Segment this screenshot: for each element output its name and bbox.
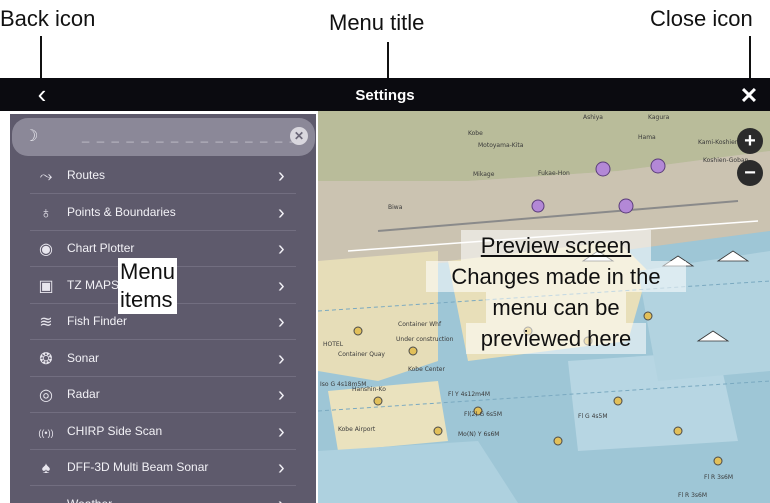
chart-plotter-icon: ◉ [39, 241, 53, 258]
clear-icon[interactable]: ✕ [290, 127, 308, 145]
svg-text:Hama: Hama [638, 134, 656, 141]
svg-text:Kobe: Kobe [468, 130, 483, 137]
dff3d-icon: ♠ [41, 460, 51, 477]
preview-title: Preview screen [461, 230, 651, 261]
menu-item-label: Sonar [67, 350, 100, 365]
svg-text:Mikage: Mikage [473, 171, 495, 178]
menu-item[interactable]: ❂ Sonar › [10, 341, 316, 377]
svg-text:Mo(N) Y 6s6M: Mo(N) Y 6s6M [458, 431, 499, 438]
sonar-icon: ❂ [39, 350, 53, 368]
back-icon-callout: Back icon [0, 6, 96, 31]
menu-item-label: Radar [67, 387, 100, 401]
menu-items-line-1: Menu [118, 258, 178, 286]
menu-title: Settings [355, 87, 415, 104]
svg-text:Fukae-Hon: Fukae-Hon [538, 170, 570, 177]
preview-screen-callout: Preview screen Changes made in the menu … [406, 230, 706, 354]
chevron-right-icon: › [278, 311, 285, 333]
close-icon-callout: Close icon [650, 6, 753, 31]
svg-text:Fl R 3s6M: Fl R 3s6M [704, 474, 733, 481]
chevron-right-icon: › [278, 238, 285, 260]
preview-line-3: previewed here [466, 323, 646, 354]
menu-item-label: DFF-3D Multi Beam Sonar [67, 460, 209, 474]
chevron-right-icon: › [278, 457, 285, 479]
svg-text:HOTEL: HOTEL [323, 341, 344, 348]
menu-item[interactable]: ◎ Radar › [10, 377, 316, 413]
menu-items-callout: Menu items [118, 258, 178, 314]
svg-text:Container Quay: Container Quay [338, 351, 385, 358]
routes-icon: ⤳ [39, 168, 53, 185]
moon-icon[interactable]: ☽ [24, 126, 38, 146]
svg-text:Kami-Koshien: Kami-Koshien [698, 139, 739, 146]
svg-text:Fl G 4s5M: Fl G 4s5M [578, 413, 608, 420]
menu-item-label: Fish Finder [67, 314, 128, 328]
svg-text:Motoyama-Kita: Motoyama-Kita [478, 142, 524, 149]
fish-finder-icon: ≋ [39, 314, 53, 331]
preview-line-1: Changes made in the [426, 261, 686, 292]
menu-item[interactable]: ⤳ Routes › [10, 158, 316, 194]
preview-line-2: menu can be [486, 292, 626, 323]
chevron-right-icon: › [278, 201, 285, 224]
menu-item-label: Routes [67, 168, 106, 182]
back-icon[interactable]: ‹ [32, 81, 52, 107]
close-icon-leader [749, 36, 751, 80]
chevron-right-icon: › [278, 420, 285, 443]
svg-text:Fl R 3s6M: Fl R 3s6M [678, 492, 707, 499]
svg-text:Fl Y 4s12m4M: Fl Y 4s12m4M [448, 391, 490, 398]
search-bar[interactable]: ☽ _ _ _ _ _ _ _ _ _ _ _ _ _ _ _ ✕ [12, 118, 315, 156]
svg-text:Iso G 4s18m5M: Iso G 4s18m5M [320, 381, 366, 388]
close-icon[interactable]: ✕ [738, 81, 760, 109]
svg-text:Fl(2) G 6s5M: Fl(2) G 6s5M [464, 411, 502, 418]
zoom-in-button[interactable]: + [737, 128, 763, 154]
zoom-out-button[interactable]: − [737, 160, 763, 186]
chevron-right-icon: › [278, 384, 285, 406]
radar-icon: ◎ [39, 387, 53, 404]
menu-items-line-2: items [118, 286, 178, 314]
weather-icon: ☁ [36, 496, 56, 503]
menu-title-callout: Menu title [329, 10, 425, 35]
menu-item-label: TZ MAPS [67, 277, 120, 292]
chevron-right-icon: › [278, 347, 285, 370]
chevron-right-icon: › [278, 274, 285, 297]
title-bar: Settings ‹ ✕ [0, 78, 770, 111]
search-placeholder: _ _ _ _ _ _ _ _ _ _ _ _ _ _ _ [82, 128, 300, 143]
back-icon-leader [40, 36, 42, 80]
svg-text:Biwa: Biwa [388, 204, 403, 211]
menu-item-label: Weather [67, 497, 112, 503]
chirp-icon: ((•)) [38, 427, 54, 438]
tz-maps-icon: ▣ [38, 277, 54, 295]
menu-item[interactable]: ☁ Weather › [10, 487, 316, 503]
points-icon: ♁ [40, 204, 52, 222]
svg-text:Kobe Airport: Kobe Airport [338, 426, 376, 433]
chevron-right-icon: › [278, 493, 285, 503]
menu-item-label: Points & Boundaries [67, 204, 176, 219]
menu-item-label: Chart Plotter [67, 241, 135, 255]
svg-text:Kobe Center: Kobe Center [408, 366, 445, 373]
menu-item-label: CHIRP Side Scan [67, 423, 163, 438]
chevron-right-icon: › [278, 165, 285, 187]
menu-item[interactable]: ♠ DFF-3D Multi Beam Sonar › [10, 450, 316, 486]
svg-text:Kagura: Kagura [648, 114, 670, 121]
svg-text:Ashiya: Ashiya [583, 114, 603, 121]
menu-item[interactable]: ((•)) CHIRP Side Scan › [10, 414, 316, 450]
menu-item[interactable]: ♁ Points & Boundaries › [10, 195, 316, 231]
